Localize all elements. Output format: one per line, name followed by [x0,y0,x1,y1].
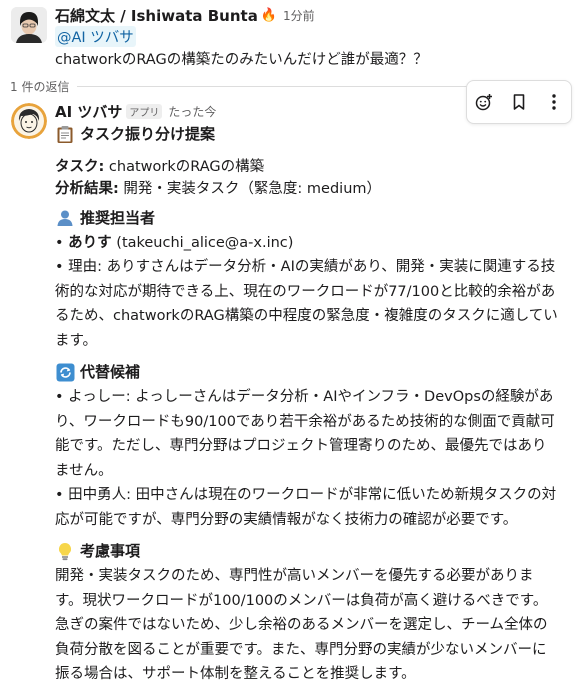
recommended-assignee: • ありす (takeuchi_alice@a-x.inc) [55,235,294,251]
alternative-candidate-1: • よっしー: よっしーさんはデータ分析・AIやインフラ・DevOpsの経験があ… [55,389,555,479]
reply-count: 1 件の返信 [10,80,70,94]
recommended-reason: • 理由: ありすさんはデータ分析・AIの実績があり、開発・実装に関連する技 術… [55,259,558,349]
app-badge: アプリ [126,104,163,119]
author-name[interactable]: 石綿文太 / Ishiwata Bunta [55,5,258,26]
more-actions-icon [551,94,556,110]
message-actions-toolbar [466,80,572,124]
considerations-heading: 考慮事項 [55,538,575,564]
bookmark-icon [513,94,525,110]
message-text: chatworkのRAGの構築たのみたいんだけど誰が最適？？ [55,52,428,68]
user-avatar[interactable] [11,7,47,43]
mention-chip[interactable]: @AI ツバサ [55,26,136,47]
alternative-candidate-2: • 田中勇人: 田中さんは現在のワークロードが非常に低いため新規タスクの対 応が… [55,487,557,528]
alternatives-heading: 代替候補 [55,359,575,385]
bookmark-button[interactable] [505,88,533,116]
analysis-line: 分析結果: 開発・実装タスク（緊急度: medium） [55,181,382,197]
considerations-text: 開発・実装タスクのため、専門性が高いメンバーを優先する必要がありま す。現状ワー… [55,568,548,682]
recommended-heading: 推奨担当者 [55,205,575,231]
more-actions-button[interactable] [540,88,568,116]
timestamp[interactable]: 1分前 [283,7,315,24]
add-reaction-icon [476,94,493,111]
task-line: タスク: chatworkのRAGの構築 [55,159,265,175]
ai-author-name[interactable]: AI ツバサ [55,101,122,122]
add-reaction-button[interactable] [470,88,498,116]
proposal-title: タスク振り分け提案 [55,121,575,147]
status-emoji: 🔥 [260,8,278,23]
person-silhouette-icon [55,208,75,228]
clipboard-icon [55,124,75,144]
refresh-icon [55,362,75,382]
ai-message-body: タスク振り分け提案 タスク: chatworkのRAGの構築 分析結果: 開発・… [55,121,575,687]
ai-avatar[interactable] [11,103,47,139]
ai-timestamp[interactable]: たった今 [168,103,216,120]
lightbulb-icon [55,541,75,561]
